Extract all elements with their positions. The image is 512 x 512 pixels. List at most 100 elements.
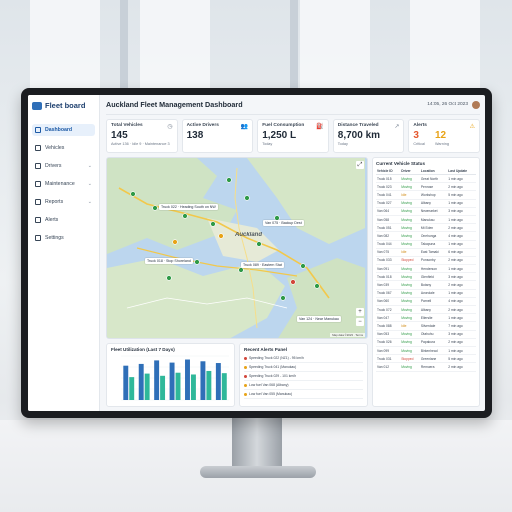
card-total-vehicles[interactable]: Total Vehicles ◷ 145 Active 136 · Idle 9… (106, 119, 178, 153)
table-row[interactable]: Truck 027 Moving Albany 1 min ago (376, 199, 476, 208)
alert-item[interactable]: Low fuel Van 055 (Manukau) (244, 390, 363, 399)
table-cell: Truck 026 (376, 338, 401, 347)
sidebar-item-label: Vehicles (45, 145, 65, 151)
table-cell: Moving (400, 215, 420, 225)
alert-item[interactable]: Speeding Truck 029 - 101 km/h (244, 372, 363, 381)
sidebar-item-vehicles[interactable]: Vehicles (32, 142, 95, 154)
table-row[interactable]: Truck 033 Stopped Ponsonby 2 min ago (376, 256, 476, 266)
card-fuel-consumption[interactable]: Fuel Consumption ⛽ 1,250 L Today (257, 119, 329, 153)
table-cell: Idle (400, 248, 420, 257)
table-cell: Moving (400, 289, 420, 298)
bar[interactable] (144, 373, 150, 400)
alert-item[interactable]: Low fuel Van 068 (Albany) (244, 381, 363, 390)
table-row[interactable]: Truck 018 Moving Glenfield 3 min ago (376, 272, 476, 282)
card-distance-traveled[interactable]: Distance Traveled ↗ 8,700 km Today (332, 119, 405, 153)
sidebar-item-drivers[interactable]: Drivers ⌄ (32, 160, 95, 172)
table-cell: Avondale (419, 289, 448, 298)
table-cell: Truck 088 (376, 321, 401, 331)
table-row[interactable]: Van 053 Moving Otahuhu 3 min ago (376, 330, 476, 339)
sidebar-item-reports[interactable]: Reports ⌄ (32, 196, 95, 208)
table-cell: 2 min ago (447, 338, 476, 347)
bar[interactable] (221, 373, 227, 400)
alert-item[interactable]: Speeding Truck 041 (Manukau) (244, 363, 363, 372)
table-row[interactable]: Truck 031 Stopped Greenlane 5 min ago (376, 354, 476, 364)
bar[interactable] (206, 370, 212, 400)
table-row[interactable]: Van 039 Moving Botany 2 min ago (376, 280, 476, 290)
avatar[interactable] (472, 100, 480, 109)
map-callout[interactable]: Truck 018 · Stop Shoreland (145, 258, 193, 264)
table-row[interactable]: Van 060 Moving Parnell 4 min ago (376, 297, 476, 307)
bar[interactable] (215, 363, 221, 400)
table-cell: 5 min ago (447, 354, 476, 364)
bar[interactable] (160, 375, 166, 400)
page-title: Auckland Fleet Management Dashboard (106, 100, 243, 109)
map-callout[interactable]: Van 124 · Near Manukau (297, 316, 341, 322)
bar[interactable] (185, 359, 190, 400)
table-cell: Remuera (419, 362, 448, 372)
table-cell: Van 012 (376, 362, 401, 372)
table-cell: Moving (400, 240, 420, 249)
card-alerts[interactable]: Alerts ⚠ 3 Critical 12 Warning (408, 119, 480, 153)
utilization-chart (121, 355, 229, 401)
table-cell: Moving (400, 346, 420, 356)
bar[interactable] (169, 362, 175, 400)
chevron-down-icon[interactable]: ⌄ (88, 199, 92, 205)
sidebar-item-alerts[interactable]: Alerts (32, 214, 95, 226)
table-row[interactable]: Truck 023 Moving Penrose 2 min ago (376, 182, 476, 192)
clock-icon: ◷ (167, 124, 173, 130)
table-cell: Van 064 (376, 207, 401, 216)
table-row[interactable]: Truck 072 Moving Albany 2 min ago (376, 305, 476, 315)
table-cell: Truck 027 (376, 199, 401, 208)
zoom-in-button[interactable]: + (356, 308, 364, 316)
gear-icon (35, 235, 41, 241)
table-row[interactable]: Van 047 Moving Ellerslie 1 min ago (376, 313, 476, 323)
table-row[interactable]: Van 075 Idle East Tamaki 6 min ago (376, 248, 476, 257)
bar[interactable] (129, 377, 135, 400)
sidebar-item-dashboard[interactable]: Dashboard (32, 124, 95, 136)
sidebar-item-settings[interactable]: Settings (32, 232, 95, 244)
chevron-down-icon[interactable]: ⌄ (88, 181, 92, 187)
fleet-map[interactable]: Auckland Truck 022 · Heading South on NW… (106, 157, 368, 339)
table-row[interactable]: Truck 015 Moving Great North 1 min ago (376, 174, 476, 184)
route-icon: ↗ (394, 124, 400, 130)
table-row[interactable]: Van 012 Moving Remuera 2 min ago (376, 362, 476, 372)
table-row[interactable]: Van 099 Moving Birkenhead 1 min ago (376, 346, 476, 356)
table-row[interactable]: Van 058 Moving Manukau 1 min ago (376, 215, 476, 225)
alert-text: Low fuel Van 068 (Albany) (249, 383, 289, 387)
table-row[interactable]: Truck 067 Moving Avondale 1 min ago (376, 289, 476, 298)
bar[interactable] (138, 363, 144, 400)
table-row[interactable]: Truck 044 Moving Takapuna 1 min ago (376, 240, 476, 249)
map-callout[interactable]: Truck 089 · Eastern Stat (241, 262, 284, 268)
table-row[interactable]: Van 091 Moving Henderson 1 min ago (376, 264, 476, 274)
zoom-out-button[interactable]: − (356, 318, 364, 326)
table-cell: Van 058 (376, 215, 401, 225)
sidebar-item-label: Alerts (45, 217, 59, 223)
bar[interactable] (190, 374, 196, 400)
table-row[interactable]: Truck 051 Moving Mt Eden 2 min ago (376, 223, 476, 233)
sidebar-item-maintenance[interactable]: Maintenance ⌄ (32, 178, 95, 190)
card-active-drivers[interactable]: Active Drivers 👥 138 (181, 119, 254, 153)
table-row[interactable]: Truck 088 Idle Silverdale 7 min ago (376, 321, 476, 331)
brand-name: Fleet board (45, 101, 86, 110)
bar[interactable] (175, 372, 181, 400)
alert-item[interactable]: Speeding Truck 022 (NZ1) - 95 km/h (244, 354, 363, 363)
bar[interactable] (123, 365, 129, 400)
table-row[interactable]: Van 082 Moving Onehunga 4 min ago (376, 231, 476, 241)
table-cell: Ponsonby (419, 256, 448, 266)
table-cell: Van 099 (376, 346, 401, 356)
brand[interactable]: Fleet board (32, 101, 95, 110)
alert-dot-icon (244, 356, 247, 360)
table-cell: 2 min ago (447, 280, 476, 290)
table-row[interactable]: Van 064 Moving Newmarket 3 min ago (376, 207, 476, 216)
bar[interactable] (200, 361, 206, 400)
table-row[interactable]: Truck 041 Idle Workshop 5 min ago (376, 190, 476, 200)
bar[interactable] (154, 360, 160, 400)
alert-text: Speeding Truck 022 (NZ1) - 95 km/h (249, 356, 304, 360)
map-callout[interactable]: Truck 022 · Heading South on NW (159, 204, 218, 210)
map-callout[interactable]: Van 075 · Backup Dest (263, 220, 304, 226)
chevron-down-icon[interactable]: ⌄ (88, 163, 92, 169)
table-cell: Takapuna (419, 240, 448, 249)
table-row[interactable]: Truck 026 Moving Papakura 2 min ago (376, 338, 476, 347)
fullscreen-icon[interactable]: ⤢ (356, 161, 364, 169)
report-icon (35, 199, 41, 205)
